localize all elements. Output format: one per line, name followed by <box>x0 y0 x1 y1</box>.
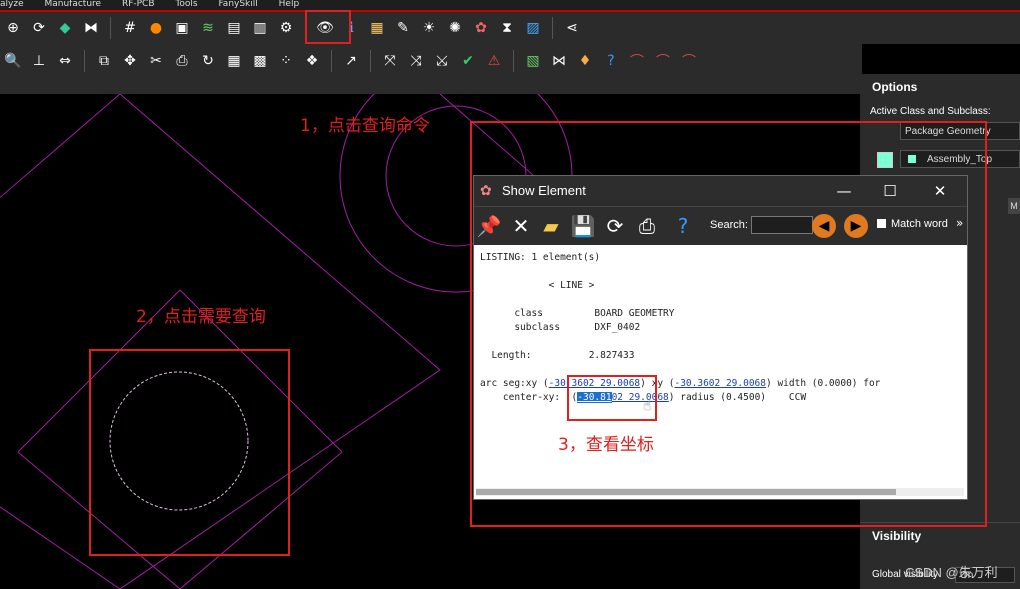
secondary-toolbar: 🔍 ⊥ ⇔ ⧉ ✥ ✂ ⎙ ↻ ▦ ▩ ⁘ ❖ ↗ ⤧ ⤨ ⤩ ✔ ⚠ ▧ ⋈ … <box>0 44 862 78</box>
move-icon[interactable]: ✥ <box>119 50 141 72</box>
toolbar-separator <box>84 50 85 72</box>
tool-b-icon[interactable]: ⤨ <box>405 50 427 72</box>
report-icon[interactable]: ▥ <box>249 17 271 39</box>
board-icon[interactable]: ◆ <box>54 17 76 39</box>
tool-e-icon[interactable]: ⚠ <box>483 50 505 72</box>
mirror-icon[interactable]: ⋈ <box>548 50 570 72</box>
print-icon[interactable]: ⎙ <box>171 50 193 72</box>
annotation-step3: 3，查看坐标 <box>558 435 654 455</box>
menu-help[interactable]: Help <box>279 0 300 9</box>
table-icon[interactable]: ▦ <box>223 50 245 72</box>
assign-color-icon[interactable]: ✿ <box>470 17 492 39</box>
menu-analyze[interactable]: alyze <box>0 0 24 9</box>
stack-icon[interactable]: ≋ <box>197 17 219 39</box>
rotate-icon[interactable]: ↻ <box>197 50 219 72</box>
tool-a-icon[interactable]: ⤧ <box>379 50 401 72</box>
tool-c-icon[interactable]: ⤩ <box>431 50 453 72</box>
toolbar-separator <box>370 50 371 72</box>
image-icon[interactable]: ▨ <box>522 17 544 39</box>
zoom-icon[interactable]: 🔍 <box>2 50 24 72</box>
toolbar-separator <box>513 50 514 72</box>
options-title: Options <box>872 80 918 94</box>
annotation-step1: 1，点击查询命令 <box>300 116 430 136</box>
chart-icon[interactable]: ▧ <box>522 50 544 72</box>
annotation-box-eye-command <box>305 10 351 44</box>
palette-icon[interactable]: ✎ <box>392 17 414 39</box>
main-toolbar: ⊕ ⟳ ◆ ⧓ # ● ▣ ≋ ▤ ▥ ⚙ 👁 ℹ ▦ ✎ ☀ ✺ ✿ ⧗ ▨ … <box>0 12 1020 44</box>
toolbar-bottom-strip <box>0 78 860 94</box>
annotation-step2: 2，点击需要查询 <box>136 307 266 327</box>
text-icon[interactable]: ▩ <box>249 50 271 72</box>
add-net-icon[interactable]: ⌒ <box>626 50 648 72</box>
hourglass-icon[interactable]: ⧗ <box>496 17 518 39</box>
dehighlight-icon[interactable]: ✺ <box>444 17 466 39</box>
annotation-box-coordinates <box>567 375 657 421</box>
active-class-label: Active Class and Subclass: <box>870 106 991 117</box>
toolbar-separator <box>331 50 332 72</box>
annotation-box-dialog <box>470 121 987 527</box>
side-button[interactable]: M <box>1008 198 1020 214</box>
pattern-b-icon[interactable]: ❖ <box>301 50 323 72</box>
toolbar-separator <box>552 17 553 39</box>
watermark: CSDN @朱万利 <box>905 565 998 580</box>
zoom-fit-icon[interactable]: ⊕ <box>2 17 24 39</box>
del-net-icon[interactable]: ⌒ <box>678 50 700 72</box>
menu-fanyskill[interactable]: FanySkill <box>218 0 257 9</box>
copy-icon[interactable]: ⧉ <box>93 50 115 72</box>
measure-icon[interactable]: ▦ <box>366 17 388 39</box>
refresh-icon[interactable]: ⟳ <box>28 17 50 39</box>
edit-net-icon[interactable]: ⌒ <box>652 50 674 72</box>
color-icon[interactable]: ● <box>145 17 167 39</box>
pattern-a-icon[interactable]: ⁘ <box>275 50 297 72</box>
settings-icon[interactable]: ⚙ <box>275 17 297 39</box>
toolbar-separator <box>110 17 111 39</box>
dimension-icon[interactable]: ⊥ <box>28 50 50 72</box>
pin-icon[interactable]: ♦ <box>574 50 596 72</box>
help-icon[interactable]: ? <box>600 50 622 72</box>
grid-icon[interactable]: # <box>119 17 141 39</box>
highlight-icon[interactable]: ☀ <box>418 17 440 39</box>
delete-icon[interactable]: ✂ <box>145 50 167 72</box>
ruler-icon[interactable]: ⇔ <box>54 50 76 72</box>
annotation-box-target-element <box>89 349 290 556</box>
layers-icon[interactable]: ▣ <box>171 17 193 39</box>
menu-tools[interactable]: Tools <box>175 0 197 9</box>
document-icon[interactable]: ▤ <box>223 17 245 39</box>
flip-icon[interactable]: ⧓ <box>80 17 102 39</box>
tool-d-icon[interactable]: ✔ <box>457 50 479 72</box>
menu-bar: alyze Manufacture RF-PCB Tools FanySkill… <box>0 0 1020 10</box>
visibility-title: Visibility <box>872 529 922 543</box>
menu-rf-pcb[interactable]: RF-PCB <box>122 0 155 9</box>
share-icon[interactable]: ⋖ <box>561 17 583 39</box>
route-icon[interactable]: ↗ <box>340 50 362 72</box>
menu-manufacture[interactable]: Manufacture <box>44 0 101 9</box>
